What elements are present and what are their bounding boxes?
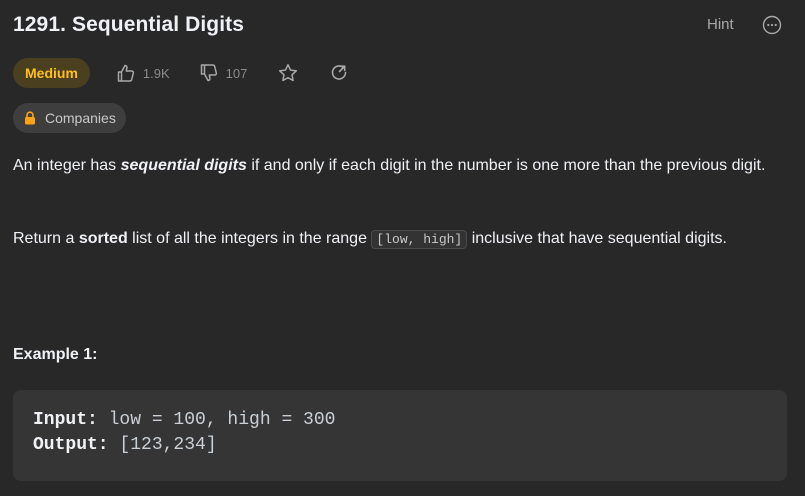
output-label: Output: <box>33 435 109 455</box>
thumbs-up-icon <box>117 64 135 82</box>
sequential-digits-term: sequential digits <box>120 157 247 174</box>
example-output-line: Output: [123,234] <box>33 435 217 455</box>
output-value: [123,234] <box>108 435 217 455</box>
more-options-button[interactable] <box>762 15 782 35</box>
share-icon <box>332 65 347 80</box>
problem-title: 1291. Sequential Digits <box>13 13 245 36</box>
range-code: [low, high] <box>371 230 468 249</box>
input-label: Input: <box>33 410 98 430</box>
example-title: Example 1: <box>13 346 98 363</box>
difficulty-badge: Medium <box>13 58 90 88</box>
like-button[interactable]: 1.9K <box>116 63 170 83</box>
companies-label: Companies <box>45 110 116 126</box>
more-icon <box>762 15 782 35</box>
dislike-count: 107 <box>225 65 248 81</box>
dislike-button[interactable]: 107 <box>199 63 248 83</box>
description-paragraph-2: Return a sorted list of all the integers… <box>13 230 727 249</box>
description-paragraph-1: An integer has sequential digits if and … <box>13 157 766 174</box>
thumbs-down-icon <box>200 64 217 82</box>
problem-description-panel: 1291. Sequential Digits Hint Medium 1.9K… <box>0 0 805 496</box>
example-box: Input: low = 100, high = 300 Output: [12… <box>13 390 787 481</box>
hint-button[interactable]: Hint <box>707 16 734 33</box>
star-icon <box>279 64 298 82</box>
like-count: 1.9K <box>142 65 170 81</box>
lock-icon <box>25 111 35 125</box>
companies-tag[interactable]: Companies <box>13 103 126 133</box>
share-button[interactable] <box>329 63 349 83</box>
input-value: low = 100, high = 300 <box>97 410 336 430</box>
problem-meta-row: Medium 1.9K 107 <box>13 58 349 88</box>
example-input-line: Input: low = 100, high = 300 <box>33 410 335 430</box>
sorted-term: sorted <box>78 230 128 247</box>
favorite-button[interactable] <box>278 63 298 83</box>
